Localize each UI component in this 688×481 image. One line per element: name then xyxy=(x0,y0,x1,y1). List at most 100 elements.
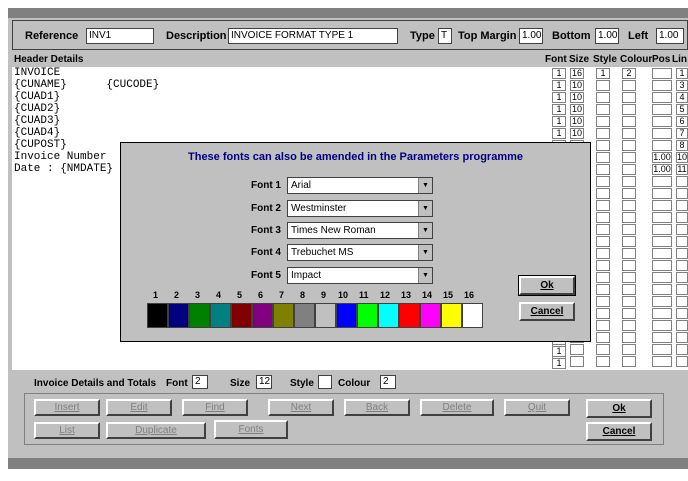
style-cell[interactable]: 1 xyxy=(596,68,610,79)
colour-cell[interactable] xyxy=(622,92,636,103)
lin-cell[interactable]: 6 xyxy=(676,116,688,127)
size-cell[interactable]: 16 xyxy=(570,68,584,79)
font-cell[interactable]: 1 xyxy=(552,116,566,127)
totals-font-input[interactable]: 2 xyxy=(192,375,208,389)
colour-swatch[interactable] xyxy=(189,303,210,328)
size-cell[interactable] xyxy=(570,356,584,367)
pos-cell[interactable] xyxy=(652,104,672,115)
chevron-down-icon[interactable]: ▼ xyxy=(418,223,432,238)
pos-cell[interactable] xyxy=(652,116,672,127)
totals-size-input[interactable]: 12 xyxy=(256,375,272,389)
insert-button[interactable]: Insert xyxy=(34,399,100,416)
font-cell[interactable]: 1 xyxy=(552,104,566,115)
font-2-select[interactable]: Westminster ▼ xyxy=(287,200,433,217)
ok-button[interactable]: Ok xyxy=(586,399,652,418)
colour-swatch[interactable] xyxy=(462,303,483,328)
colour-cell[interactable] xyxy=(622,188,636,199)
colour-cell[interactable] xyxy=(622,200,636,211)
colour-cell[interactable] xyxy=(622,272,636,283)
colour-swatch[interactable] xyxy=(336,303,357,328)
left-margin-input[interactable]: 1.00 xyxy=(656,28,684,44)
font-cell[interactable]: 1 xyxy=(552,68,566,79)
colour-cell[interactable] xyxy=(622,116,636,127)
style-cell[interactable] xyxy=(596,356,610,367)
pos-cell[interactable] xyxy=(652,356,672,367)
pos-cell[interactable]: 1.00 xyxy=(652,152,672,163)
header-line[interactable]: {CUAD2} xyxy=(14,103,60,115)
chevron-down-icon[interactable]: ▼ xyxy=(418,245,432,260)
delete-button[interactable]: Delete xyxy=(420,399,494,416)
type-input[interactable]: T xyxy=(438,28,452,44)
pos-cell[interactable] xyxy=(652,272,672,283)
colour-cell[interactable] xyxy=(622,104,636,115)
lin-cell[interactable] xyxy=(676,188,688,199)
style-cell[interactable] xyxy=(596,200,610,211)
lin-cell[interactable] xyxy=(676,296,688,307)
style-cell[interactable] xyxy=(596,188,610,199)
colour-cell[interactable] xyxy=(622,152,636,163)
colour-swatch[interactable] xyxy=(231,303,252,328)
font-4-select[interactable]: Trebuchet MS ▼ xyxy=(287,244,433,261)
lin-cell[interactable] xyxy=(676,284,688,295)
style-cell[interactable] xyxy=(596,284,610,295)
font-3-select[interactable]: Times New Roman ▼ xyxy=(287,222,433,239)
lin-cell[interactable]: 8 xyxy=(676,140,688,151)
font-cell[interactable]: 1 xyxy=(552,128,566,139)
colour-swatch[interactable] xyxy=(420,303,441,328)
colour-swatch[interactable] xyxy=(210,303,231,328)
colour-cell[interactable] xyxy=(622,356,636,367)
list-button[interactable]: List xyxy=(34,422,100,439)
pos-cell[interactable] xyxy=(652,308,672,319)
colour-cell[interactable] xyxy=(622,212,636,223)
style-cell[interactable] xyxy=(596,128,610,139)
lin-cell[interactable] xyxy=(676,356,688,367)
header-line[interactable]: {CUAD1} xyxy=(14,91,60,103)
lin-cell[interactable]: 4 xyxy=(676,92,688,103)
lin-cell[interactable] xyxy=(676,200,688,211)
size-cell[interactable]: 10 xyxy=(570,128,584,139)
header-line[interactable]: Date : {NMDATE} xyxy=(14,163,113,175)
pos-cell[interactable] xyxy=(652,296,672,307)
chevron-down-icon[interactable]: ▼ xyxy=(418,178,432,193)
lin-cell[interactable] xyxy=(676,344,688,355)
style-cell[interactable] xyxy=(596,164,610,175)
size-cell[interactable]: 10 xyxy=(570,116,584,127)
colour-swatch[interactable] xyxy=(399,303,420,328)
style-cell[interactable] xyxy=(596,308,610,319)
style-cell[interactable] xyxy=(596,92,610,103)
pos-cell[interactable] xyxy=(652,80,672,91)
lin-cell[interactable] xyxy=(676,332,688,343)
header-line[interactable]: {CUNAME} {CUCODE} xyxy=(14,79,159,91)
top-margin-input[interactable]: 1.00 xyxy=(519,28,543,44)
lin-cell[interactable] xyxy=(676,236,688,247)
lin-cell[interactable]: 11 xyxy=(676,164,688,175)
style-cell[interactable] xyxy=(596,332,610,343)
lin-cell[interactable] xyxy=(676,260,688,271)
pos-cell[interactable] xyxy=(652,212,672,223)
pos-cell[interactable] xyxy=(652,176,672,187)
style-cell[interactable] xyxy=(596,272,610,283)
colour-cell[interactable] xyxy=(622,260,636,271)
find-button[interactable]: Find xyxy=(182,399,248,416)
pos-cell[interactable]: 1.00 xyxy=(652,164,672,175)
pos-cell[interactable] xyxy=(652,140,672,151)
style-cell[interactable] xyxy=(596,224,610,235)
colour-cell[interactable]: 2 xyxy=(622,68,636,79)
colour-cell[interactable] xyxy=(622,80,636,91)
font-cell[interactable]: 1 xyxy=(552,346,566,357)
header-line[interactable]: {CUAD3} xyxy=(14,115,60,127)
style-cell[interactable] xyxy=(596,104,610,115)
lin-cell[interactable] xyxy=(676,320,688,331)
totals-style-input[interactable] xyxy=(318,375,332,389)
font-cell[interactable]: 1 xyxy=(552,92,566,103)
quit-button[interactable]: Quit xyxy=(504,399,570,416)
colour-cell[interactable] xyxy=(622,320,636,331)
edit-button[interactable]: Edit xyxy=(106,399,172,416)
style-cell[interactable] xyxy=(596,236,610,247)
lin-cell[interactable] xyxy=(676,224,688,235)
lin-cell[interactable] xyxy=(676,212,688,223)
colour-cell[interactable] xyxy=(622,248,636,259)
lin-cell[interactable] xyxy=(676,308,688,319)
back-button[interactable]: Back xyxy=(344,399,410,416)
colour-cell[interactable] xyxy=(622,140,636,151)
